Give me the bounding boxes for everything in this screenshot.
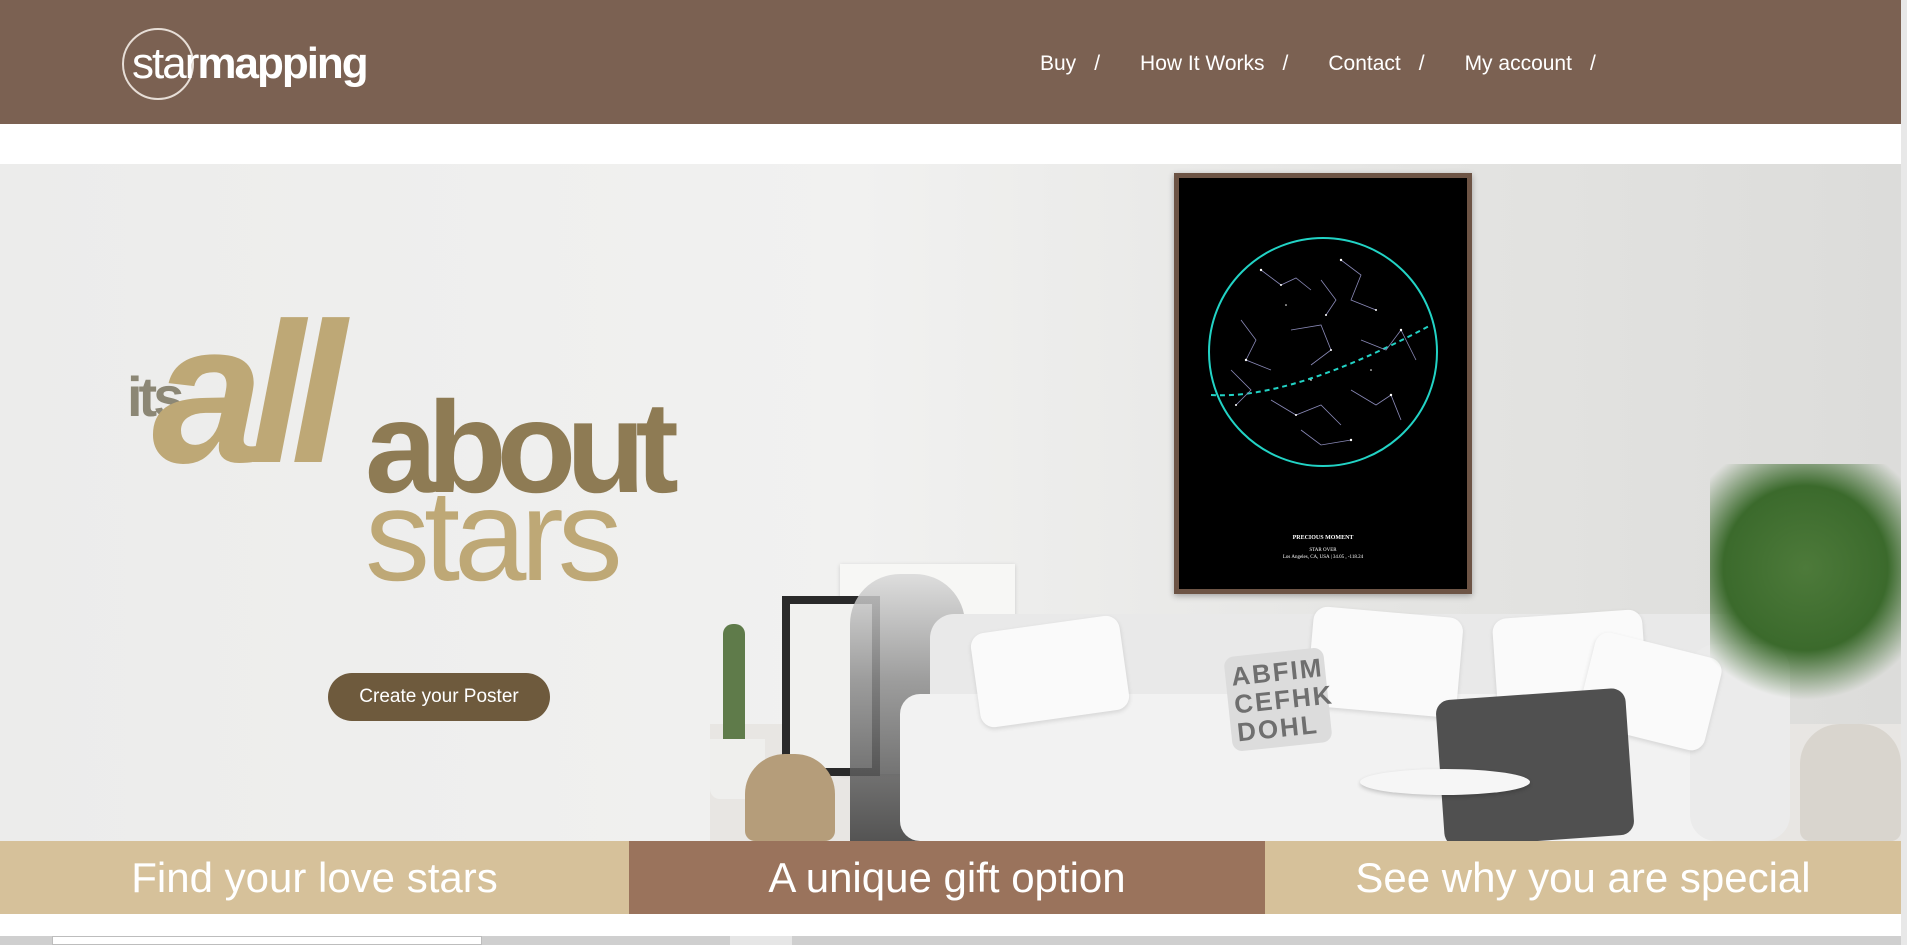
grey-blanket	[1435, 687, 1635, 841]
hero-banner: ABFIM CEFHK DOHL PRECIOUS MOMENT STAR OV…	[0, 164, 1901, 841]
nav-separator: /	[1418, 52, 1425, 75]
poster-title: PRECIOUS MOMENT	[1292, 535, 1354, 541]
main-nav: Buy / How It Works / Contact / My accoun…	[1040, 52, 1636, 76]
site-header: starmapping Buy / How It Works / Contact…	[0, 0, 1901, 124]
poster-subtitle: STAR OVER	[1309, 548, 1337, 553]
logo-text-light: star	[132, 39, 199, 88]
window-scrollbar[interactable]	[1901, 0, 1907, 945]
feature-bar-love-stars[interactable]: Find your love stars	[0, 841, 629, 914]
feature-bars: Find your love stars A unique gift optio…	[0, 841, 1901, 914]
starmapping-logo[interactable]: starmapping	[122, 26, 369, 102]
nav-separator: /	[1282, 52, 1289, 75]
wicker-basket	[745, 754, 835, 841]
nav-separator: /	[1094, 52, 1101, 75]
feature-bar-gift-option[interactable]: A unique gift option	[629, 841, 1265, 914]
star-map-poster: PRECIOUS MOMENT STAR OVER Los Angeles, C…	[1174, 173, 1472, 594]
hero-headline: its all about stars	[122, 294, 702, 634]
headline-all: all	[152, 282, 346, 505]
nav-label: Buy	[1040, 52, 1077, 75]
logo-text-bold: mapping	[197, 39, 368, 88]
nav-label: My account	[1464, 52, 1572, 75]
plant-pot	[1800, 724, 1901, 841]
headline-stars: stars	[365, 462, 623, 608]
taskbar-app-button[interactable]	[730, 936, 792, 945]
feature-bar-special[interactable]: See why you are special	[1265, 841, 1901, 914]
nav-item-contact[interactable]: Contact /	[1328, 52, 1464, 76]
logo-wordmark: starmapping	[122, 39, 369, 89]
side-table	[1360, 769, 1530, 795]
nav-item-how-it-works[interactable]: How It Works /	[1140, 52, 1328, 76]
create-poster-button[interactable]: Create your Poster	[328, 673, 550, 721]
header-spacer	[0, 124, 1901, 164]
letter-pillow: ABFIM CEFHK DOHL	[1223, 647, 1335, 752]
nav-item-buy[interactable]: Buy /	[1040, 52, 1140, 76]
star-map-chart	[1208, 237, 1438, 467]
nav-separator: /	[1589, 52, 1596, 75]
nav-label: Contact	[1328, 52, 1401, 75]
poster-location: Los Angeles, CA, USA | 34.05 , -118.24	[1282, 555, 1364, 560]
taskbar-search-field[interactable]	[52, 936, 482, 945]
nav-label: How It Works	[1140, 52, 1265, 75]
nav-item-my-account[interactable]: My account /	[1465, 52, 1636, 76]
fig-plant	[1710, 464, 1901, 724]
